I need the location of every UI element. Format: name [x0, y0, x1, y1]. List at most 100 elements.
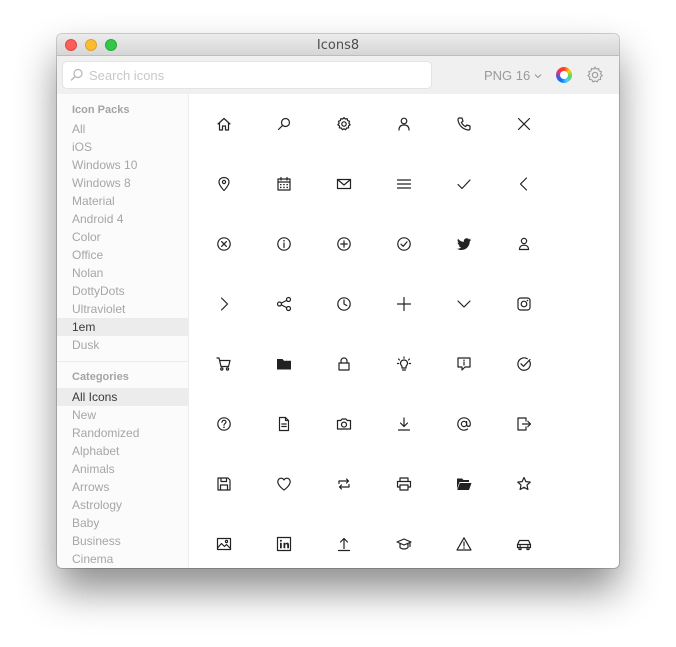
sidebar-item-pack[interactable]: 1em	[57, 318, 188, 336]
icon-cell[interactable]	[494, 454, 554, 514]
icon-cell[interactable]	[434, 94, 494, 154]
save-icon	[217, 477, 231, 491]
icon-cell[interactable]	[314, 454, 374, 514]
icon-cell[interactable]	[194, 514, 254, 568]
icon-cell[interactable]	[374, 394, 434, 454]
window-title: Icons8	[316, 38, 360, 53]
sidebar-item-pack[interactable]: All	[57, 120, 188, 138]
icon-cell[interactable]	[254, 454, 314, 514]
icon-cell[interactable]	[254, 154, 314, 214]
settings-icon	[337, 116, 351, 131]
icon-cell[interactable]	[434, 274, 494, 334]
icon-cell[interactable]	[314, 154, 374, 214]
sidebar-item-pack[interactable]: Windows 8	[57, 174, 188, 192]
linkedin-icon	[276, 536, 292, 552]
icon-cell[interactable]	[374, 514, 434, 568]
comment-info-icon	[457, 357, 471, 371]
sidebar-item-category[interactable]: Astrology	[57, 496, 188, 514]
chevron-left-icon	[519, 177, 528, 191]
sidebar: Icon Packs All iOS Windows 10 Windows 8 Mater…	[57, 94, 189, 568]
help-circle-icon	[217, 417, 231, 431]
sidebar-item-pack[interactable]: iOS	[57, 138, 188, 156]
chevron-down-icon	[534, 73, 542, 78]
icon-cell[interactable]	[434, 214, 494, 274]
icon-cell[interactable]	[254, 334, 314, 394]
icon-cell[interactable]	[494, 394, 554, 454]
sidebar-item-pack[interactable]: Nolan	[57, 264, 188, 282]
icon-cell[interactable]	[194, 154, 254, 214]
sidebar-item-pack[interactable]: Material	[57, 192, 188, 210]
icon-cell[interactable]	[434, 394, 494, 454]
icon-cell[interactable]	[434, 334, 494, 394]
search-input[interactable]	[89, 65, 419, 85]
icon-cell[interactable]	[494, 94, 554, 154]
icon-cell[interactable]	[374, 334, 434, 394]
icon-cell[interactable]	[314, 214, 374, 274]
icon-cell[interactable]	[194, 214, 254, 274]
icon-cell[interactable]	[494, 334, 554, 394]
sidebar-item-pack[interactable]: DottyDots	[57, 282, 188, 300]
sidebar-item-pack[interactable]: Office	[57, 246, 188, 264]
sidebar-item-category[interactable]: Cinema	[57, 550, 188, 568]
icon-cell[interactable]	[434, 514, 494, 568]
icon-cell[interactable]	[254, 514, 314, 568]
sidebar-item-category[interactable]: Business	[57, 532, 188, 550]
sidebar-item-pack[interactable]: Android 4	[57, 210, 188, 228]
close-icon	[517, 117, 531, 131]
icon-cell[interactable]	[194, 394, 254, 454]
sidebar-item-category[interactable]: Baby	[57, 514, 188, 532]
icon-cell[interactable]	[194, 454, 254, 514]
cancel-circle-icon	[217, 237, 231, 251]
color-wheel-icon[interactable]	[556, 67, 572, 83]
icon-cell[interactable]	[254, 394, 314, 454]
icon-cell[interactable]	[314, 94, 374, 154]
icon-cell[interactable]	[194, 274, 254, 334]
icon-cell[interactable]	[434, 454, 494, 514]
chevron-right-icon	[220, 297, 229, 311]
sidebar-item-category[interactable]: Arrows	[57, 478, 188, 496]
graduation-cap-icon	[396, 538, 412, 550]
app-window: Icons8 PNG 16 Icon Packs AlliOSWindows 10…	[57, 34, 619, 568]
icon-cell[interactable]	[374, 94, 434, 154]
icon-cell[interactable]	[374, 274, 434, 334]
icon-cell[interactable]	[374, 454, 434, 514]
icon-cell[interactable]	[374, 154, 434, 214]
icon-cell[interactable]	[194, 94, 254, 154]
twitter-icon	[457, 238, 471, 250]
icon-cell[interactable]	[494, 514, 554, 568]
icon-cell[interactable]	[254, 214, 314, 274]
icon-cell[interactable]	[374, 214, 434, 274]
icon-cell[interactable]	[314, 394, 374, 454]
title-bar: Icons8	[57, 34, 619, 56]
icon-cell[interactable]	[314, 274, 374, 334]
sidebar-item-category[interactable]: All Icons	[57, 388, 188, 406]
sidebar-item-category[interactable]: New	[57, 406, 188, 424]
sidebar-item-category[interactable]: Randomized	[57, 424, 188, 442]
packs-header: Icon Packs	[72, 104, 130, 116]
sidebar-item-pack[interactable]: Dusk	[57, 336, 188, 354]
icon-cell[interactable]	[314, 514, 374, 568]
mail-icon	[336, 178, 352, 190]
sidebar-item-category[interactable]: Alphabet	[57, 442, 188, 460]
icon-cell[interactable]	[194, 334, 254, 394]
icon-cell[interactable]	[254, 274, 314, 334]
icon-cell[interactable]	[434, 154, 494, 214]
icon-cell[interactable]	[494, 214, 554, 274]
lock-icon	[338, 357, 350, 371]
folder-icon	[277, 359, 291, 370]
search-box[interactable]	[63, 62, 431, 88]
icon-cell[interactable]	[494, 274, 554, 334]
sidebar-item-pack[interactable]: Windows 10	[57, 156, 188, 174]
gear-icon[interactable]	[585, 65, 605, 85]
sidebar-item-category[interactable]: Animals	[57, 460, 188, 478]
sidebar-item-pack[interactable]: Ultraviolet	[57, 300, 188, 318]
user-alt-icon	[518, 237, 530, 251]
sidebar-item-pack[interactable]: Color	[57, 228, 188, 246]
icon-cell[interactable]	[254, 94, 314, 154]
home-icon	[217, 117, 231, 131]
print-icon	[396, 477, 412, 491]
icon-cell[interactable]	[494, 154, 554, 214]
calendar-icon	[277, 176, 291, 191]
icon-cell[interactable]	[314, 334, 374, 394]
format-select[interactable]: PNG 16	[484, 68, 542, 83]
